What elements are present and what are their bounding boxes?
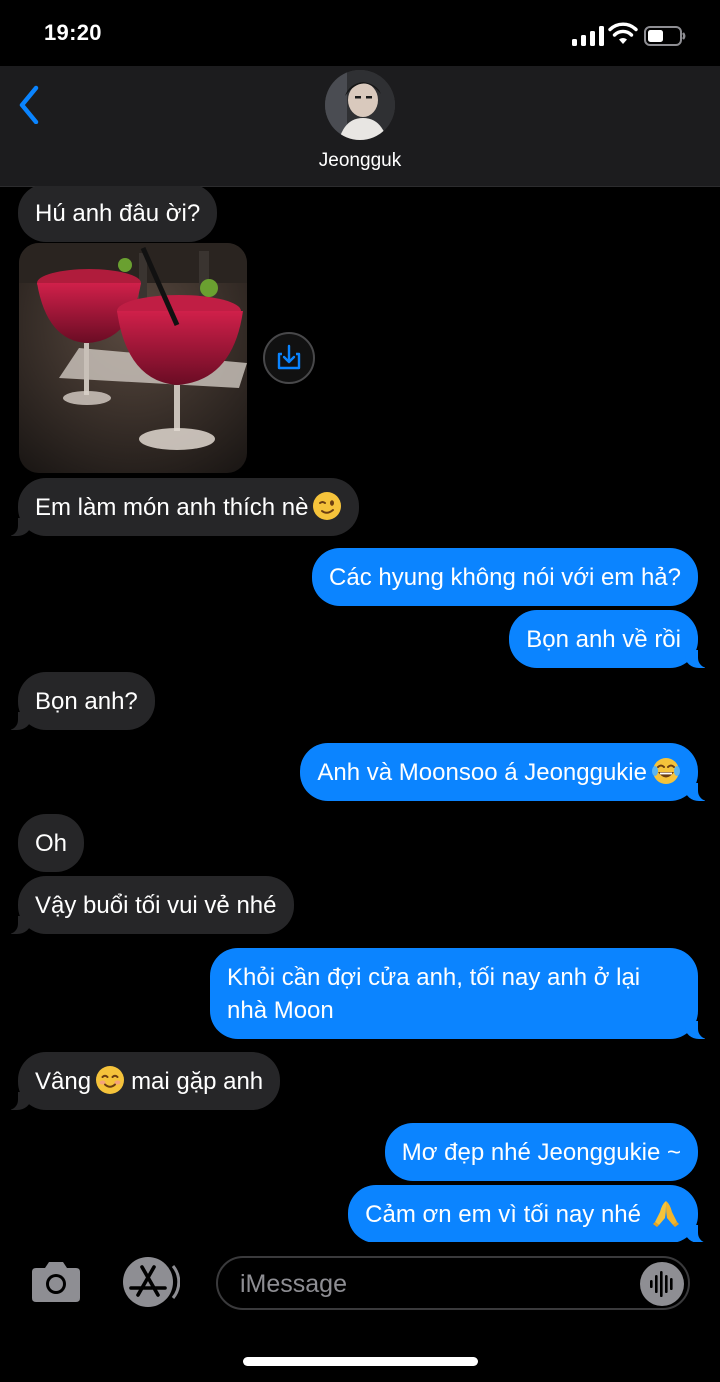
message-incoming[interactable]: Oh [18, 814, 85, 872]
folded-hands-icon [653, 1201, 679, 1227]
message-text-after: mai gặp anh [131, 1068, 264, 1095]
battery-icon [644, 26, 686, 46]
chevron-left-icon[interactable] [10, 74, 50, 124]
imessage-field[interactable] [216, 1256, 690, 1310]
message-incoming[interactable]: Hú anh đâu ời? [18, 186, 218, 242]
avatar-image [325, 70, 395, 140]
status-time: 19:20 [44, 20, 102, 45]
audio-waveform-icon [650, 1271, 673, 1297]
app-store-icon[interactable] [118, 1256, 180, 1308]
smiling-face-icon [96, 1066, 125, 1094]
contact-name[interactable]: Jeongguk [0, 150, 720, 172]
cellular-signal-icon [572, 26, 604, 46]
tears-of-joy-face-icon [652, 758, 680, 784]
message-incoming[interactable]: Vâng mai gặp anh [5, 1052, 281, 1110]
message-text: Hú anh đâu ời? [35, 200, 201, 227]
photo-attachment[interactable] [19, 243, 247, 473]
message-incoming[interactable]: Bọn anh? [6, 672, 155, 730]
camera-icon[interactable] [28, 1260, 84, 1306]
message-outgoing[interactable]: Cảm ơn em vì tối nay nhé [348, 1185, 710, 1242]
message-outgoing[interactable]: Các hyung không nói với em hả? [312, 548, 698, 606]
save-download-button[interactable] [263, 332, 315, 384]
message-text: Mơ đẹp nhé Jeonggukie ~ [401, 1139, 681, 1166]
wifi-icon [608, 22, 638, 44]
message-text: Bọn anh? [35, 688, 138, 715]
message-text: Bọn anh về rồi [526, 626, 681, 653]
message-input[interactable] [238, 1266, 642, 1302]
save-download-icon [277, 344, 301, 370]
message-text: Các hyung không nói với em hả? [329, 564, 681, 591]
message-text-before: Vâng [35, 1068, 92, 1095]
photo-cocktails-image [19, 243, 247, 473]
message-incoming[interactable]: Em làm món anh thích nè [5, 478, 360, 536]
message-text: Khỏi cần đợi cửa anh, tối nay anh ở lại … [227, 964, 641, 1024]
message-outgoing[interactable]: Khỏi cần đợi cửa anh, tối nay anh ở lại … [210, 948, 710, 1039]
message-thread[interactable]: Hú anh đâu ời? Em làm món anh thích nè C… [0, 186, 720, 1242]
message-text: Cảm ơn em vì tối nay nhé [365, 1201, 641, 1228]
home-indicator[interactable] [243, 1357, 478, 1366]
conversation-header: Jeongguk [0, 66, 720, 187]
message-text: Oh [35, 830, 68, 857]
contact-avatar[interactable] [325, 70, 395, 140]
message-text: Vậy buổi tối vui vẻ nhé [35, 892, 277, 919]
message-text: Anh và Moonsoo á Jeonggukie [317, 759, 647, 786]
audio-record-button[interactable] [640, 1262, 684, 1306]
message-incoming[interactable]: Vậy buổi tối vui vẻ nhé [6, 876, 294, 934]
status-bar: 19:20 [0, 0, 720, 66]
message-outgoing[interactable]: Anh và Moonsoo á Jeonggukie [300, 743, 710, 801]
message-outgoing[interactable]: Mơ đẹp nhé Jeonggukie ~ [384, 1123, 698, 1181]
message-text: Em làm món anh thích nè [35, 494, 309, 521]
message-outgoing[interactable]: Bọn anh về rồi [509, 610, 710, 668]
winking-face-icon [313, 492, 342, 520]
